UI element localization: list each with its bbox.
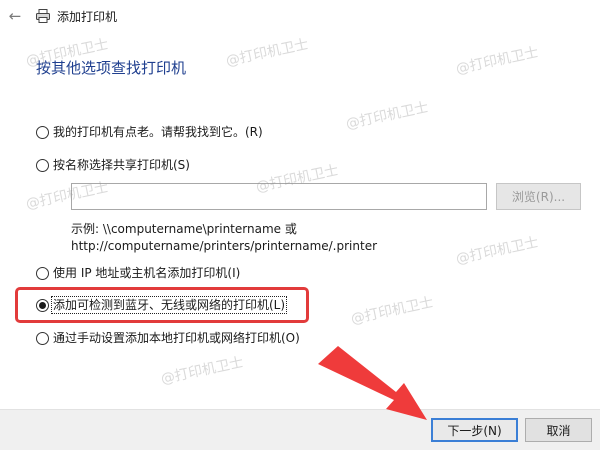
next-button[interactable]: 下一步(N) (431, 418, 518, 442)
example-text: 示例: \\computername\printername 或 http://… (71, 221, 377, 255)
option-old-printer-label: 我的打印机有点老。请帮我找到它。(R) (53, 125, 263, 139)
watermark-text: @打印机卫士 (344, 99, 430, 133)
watermark-text: @打印机卫士 (454, 44, 540, 78)
example-line-2: http://computername/printers/printername… (71, 239, 378, 253)
option-manual-setup[interactable]: 通过手动设置添加本地打印机或网络打印机(O) (36, 331, 300, 345)
option-old-printer[interactable]: 我的打印机有点老。请帮我找到它。(R) (36, 125, 263, 139)
watermark-text: @打印机卫士 (349, 294, 435, 328)
option-shared-printer-label: 按名称选择共享打印机(S) (53, 158, 190, 172)
option-ip-address[interactable]: 使用 IP 地址或主机名添加打印机(I) (36, 266, 240, 280)
window-title: 添加打印机 (57, 10, 118, 24)
browse-button[interactable]: 浏览(R)... (496, 183, 581, 210)
radio-manual-setup[interactable] (36, 331, 49, 345)
printer-icon (36, 9, 50, 23)
watermark-text: @打印机卫士 (159, 354, 245, 388)
highlight-annotation-box (15, 287, 309, 323)
option-manual-setup-label: 通过手动设置添加本地打印机或网络打印机(O) (53, 331, 300, 345)
watermark-text: @打印机卫士 (454, 234, 540, 268)
watermark-text: @打印机卫士 (224, 36, 310, 70)
example-line-1: 示例: \\computername\printername 或 (71, 222, 297, 236)
radio-shared-printer[interactable] (36, 158, 49, 172)
cancel-button[interactable]: 取消 (525, 418, 592, 442)
shared-printer-name-input[interactable] (71, 183, 487, 210)
page-title: 按其他选项查找打印机 (36, 59, 187, 77)
title-bar: ← 添加打印机 (0, 0, 600, 34)
back-arrow-icon[interactable]: ← (4, 6, 26, 26)
radio-old-printer[interactable] (36, 125, 49, 139)
option-shared-printer[interactable]: 按名称选择共享打印机(S) (36, 158, 190, 172)
radio-ip-address[interactable] (36, 266, 49, 280)
option-ip-address-label: 使用 IP 地址或主机名添加打印机(I) (53, 266, 241, 280)
